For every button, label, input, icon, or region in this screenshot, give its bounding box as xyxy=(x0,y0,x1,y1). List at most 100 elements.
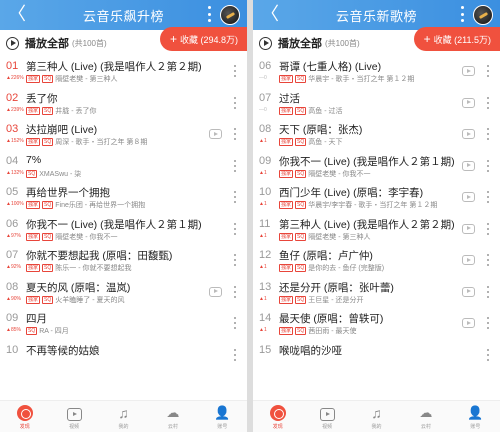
song-row[interactable]: 01 ▲226% 第三种人 (Live) (我是唱作人２第２期) 独家 SQ 隔壁老樊 -… xyxy=(0,56,247,88)
exclusive-badge: 独家 xyxy=(26,138,41,146)
collect-button[interactable]: + 收藏 (294.8万) xyxy=(159,27,247,51)
back-arrow-icon[interactable]: 〈 xyxy=(8,4,26,24)
more-icon[interactable] xyxy=(487,285,490,298)
more-icon[interactable] xyxy=(487,128,490,140)
more-options-icon[interactable] xyxy=(207,6,211,22)
mv-play-icon[interactable] xyxy=(462,129,475,139)
more-icon[interactable] xyxy=(487,191,490,203)
song-subtitle-line: 独家 SQ 隔壁老樊 - 第三种人 xyxy=(26,74,117,84)
song-subtitle-line: 独家 SQ 高鱼 - 过活 xyxy=(279,106,342,116)
more-icon[interactable] xyxy=(234,285,237,298)
artist-album: 陈乐一 - 你就不要想起我 xyxy=(55,265,132,272)
tab-video[interactable]: 视频 xyxy=(302,401,351,432)
rank-trend: ▲226% xyxy=(6,75,24,81)
exclusive-badge: 独家 xyxy=(26,295,41,304)
more-icon[interactable] xyxy=(234,159,237,172)
tab-discover[interactable]: 发现 xyxy=(253,401,302,432)
mv-play-icon[interactable] xyxy=(209,286,222,297)
mv-play-icon[interactable] xyxy=(462,318,475,328)
song-row[interactable]: 07 ▲92% 你就不要想起我 (原唱：田馥甄) 独家 SQ 陈乐一 - 你就不要想起我 xyxy=(0,245,247,277)
avatar[interactable] xyxy=(220,5,240,25)
collect-button[interactable]: + 收藏 (211.5万) xyxy=(413,27,500,51)
rank-trend: ▲1 xyxy=(259,295,267,302)
song-row[interactable]: 08 ▲1 天下 (原唱：张杰) 独家 SQ 高鱼 - 天下 xyxy=(253,119,500,151)
rank-trend: ▲90% xyxy=(6,295,21,302)
more-icon[interactable] xyxy=(487,317,490,329)
play-all-icon[interactable] xyxy=(259,36,272,50)
more-icon[interactable] xyxy=(234,191,237,203)
rank-number: 09 xyxy=(259,154,272,167)
song-title: 丢了你 xyxy=(26,92,58,105)
more-icon[interactable] xyxy=(487,96,490,109)
artist-album: 高鱼 - 过活 xyxy=(308,107,343,115)
more-icon[interactable] xyxy=(234,222,237,235)
more-icon[interactable] xyxy=(234,317,237,329)
rank-number: 07 xyxy=(6,249,19,261)
exclusive-badge: 独家 xyxy=(279,169,294,178)
collect-label: 收藏 (294.8万) xyxy=(179,34,238,45)
more-icon[interactable] xyxy=(487,159,490,172)
song-row[interactable]: 04 ▲132% 7% SQ XMASwu - 柒 xyxy=(0,151,247,183)
mv-play-icon[interactable] xyxy=(462,223,475,234)
song-row[interactable]: 11 ▲1 第三种人 (Live) (我是唱作人２第２期) 独家 SQ 隔壁老樊 - 第三… xyxy=(253,214,500,246)
cloud-icon: ☁ xyxy=(166,405,180,420)
mv-play-icon[interactable] xyxy=(462,160,475,171)
song-row[interactable]: 07 —0 过活 独家 SQ 高鱼 - 过活 xyxy=(253,88,500,120)
song-row[interactable]: 05 ▲100% 再给世界一个拥抱 独家 SQ Fine乐团 - 再给世界一个拥抱 xyxy=(0,182,247,214)
more-icon[interactable] xyxy=(234,65,237,77)
back-arrow-icon[interactable]: 〈 xyxy=(261,4,279,24)
song-row[interactable]: 13 ▲1 还是分开 (原唱：张叶蕾) 独家 SQ 王巨星 - 还是分开 xyxy=(253,277,500,309)
avatar[interactable] xyxy=(473,5,493,25)
play-all-button[interactable]: 播放全部 xyxy=(25,35,69,51)
tab-cloud-village[interactable]: ☁ 云村 xyxy=(148,401,197,432)
person-icon: 👤 xyxy=(467,405,484,420)
more-icon[interactable] xyxy=(234,254,237,266)
mv-play-icon[interactable] xyxy=(462,255,475,265)
song-subtitle-line: 独家 SQ 周深 - 歌手・当打之年 第８期 xyxy=(26,137,147,147)
play-all-icon[interactable] xyxy=(6,36,19,50)
mv-play-icon[interactable] xyxy=(209,129,222,139)
rank-number: 13 xyxy=(259,280,272,293)
song-row[interactable]: 03 ▲152% 达拉崩吧 (Live) 独家 SQ 周深 - 歌手・当打之年 第８期 xyxy=(0,119,247,151)
exclusive-badge: 独家 xyxy=(26,232,41,241)
tab-mine[interactable]: ♫ 我的 xyxy=(99,401,148,432)
sq-badge: SQ xyxy=(295,169,307,178)
song-row[interactable]: 08 ▲90% 夏天的风 (原唱：温岚) 独家 SQ 火羊瞌睡了 - 夏天的风 xyxy=(0,277,247,309)
tab-account[interactable]: 👤 账号 xyxy=(198,401,247,432)
more-icon[interactable] xyxy=(487,254,490,266)
song-row[interactable]: 10 ▲1 西门少年 (Live) (原唱：李宇春) 独家 SQ 华晨宇/李宇春 - 歌手… xyxy=(253,182,500,214)
rank-trend: ▲1 xyxy=(259,201,267,207)
tab-label: 云村 xyxy=(420,424,431,430)
more-icon[interactable] xyxy=(487,348,490,361)
song-row[interactable]: 06 ▲97% 你我不一 (Live) (我是唱作人２第１期) 独家 SQ 隔壁老樊 - … xyxy=(0,214,247,246)
song-row[interactable]: 09 ▲1 你我不一 (Live) (我是唱作人２第１期) 独家 SQ 隔壁老樊 - 你我… xyxy=(253,151,500,183)
mv-play-icon[interactable] xyxy=(462,66,475,76)
more-icon[interactable] xyxy=(487,222,490,235)
more-icon[interactable] xyxy=(234,128,237,140)
more-options-icon[interactable] xyxy=(460,6,464,22)
exclusive-badge: 独家 xyxy=(26,75,41,83)
tab-video[interactable]: 视频 xyxy=(49,401,98,432)
play-all-button[interactable]: 播放全部 xyxy=(278,35,322,51)
tab-cloud-village[interactable]: ☁ 云村 xyxy=(401,401,450,432)
song-row[interactable]: 10 不再等候的姑娘 xyxy=(0,340,247,372)
tab-discover[interactable]: 发现 xyxy=(0,401,49,432)
mv-play-icon[interactable] xyxy=(462,97,475,108)
song-row[interactable]: 06 —0 哥谭 (七重人格) (Live) 独家 SQ 华晨宇 - 歌手・当打之年 第１… xyxy=(253,56,500,88)
more-icon[interactable] xyxy=(487,65,490,77)
song-row[interactable]: 14 ▲1 最天使 (原唱：曾轶可) 独家 SQ 茜田雨 - 最天使 xyxy=(253,308,500,340)
tab-account[interactable]: 👤 账号 xyxy=(451,401,500,432)
song-row[interactable]: 12 ▲1 鱼仔 (原唱：卢广仲) 独家 SQ 是你的去 - 鱼仔 (完整版) xyxy=(253,245,500,277)
song-title: 第三种人 (Live) (我是唱作人２第２期) xyxy=(26,61,202,73)
song-row[interactable]: 02 ▲239% 丢了你 独家 SQ 井胧 - 丢了你 xyxy=(0,88,247,120)
song-row[interactable]: 15 喉咙唱的沙哑 xyxy=(253,340,500,372)
more-icon[interactable] xyxy=(234,348,237,361)
mv-play-icon[interactable] xyxy=(462,192,475,202)
song-row[interactable]: 09 ▲85% 四月 SQ RA - 四月 xyxy=(0,308,247,340)
exclusive-badge: 独家 xyxy=(279,138,294,146)
tab-mine[interactable]: ♫ 我的 xyxy=(352,401,401,432)
mv-play-icon[interactable] xyxy=(462,286,475,297)
video-icon xyxy=(319,408,335,421)
more-icon[interactable] xyxy=(234,96,237,109)
song-subtitle-line: 独家 SQ 隔壁老樊 - 你我不一 xyxy=(26,232,117,242)
